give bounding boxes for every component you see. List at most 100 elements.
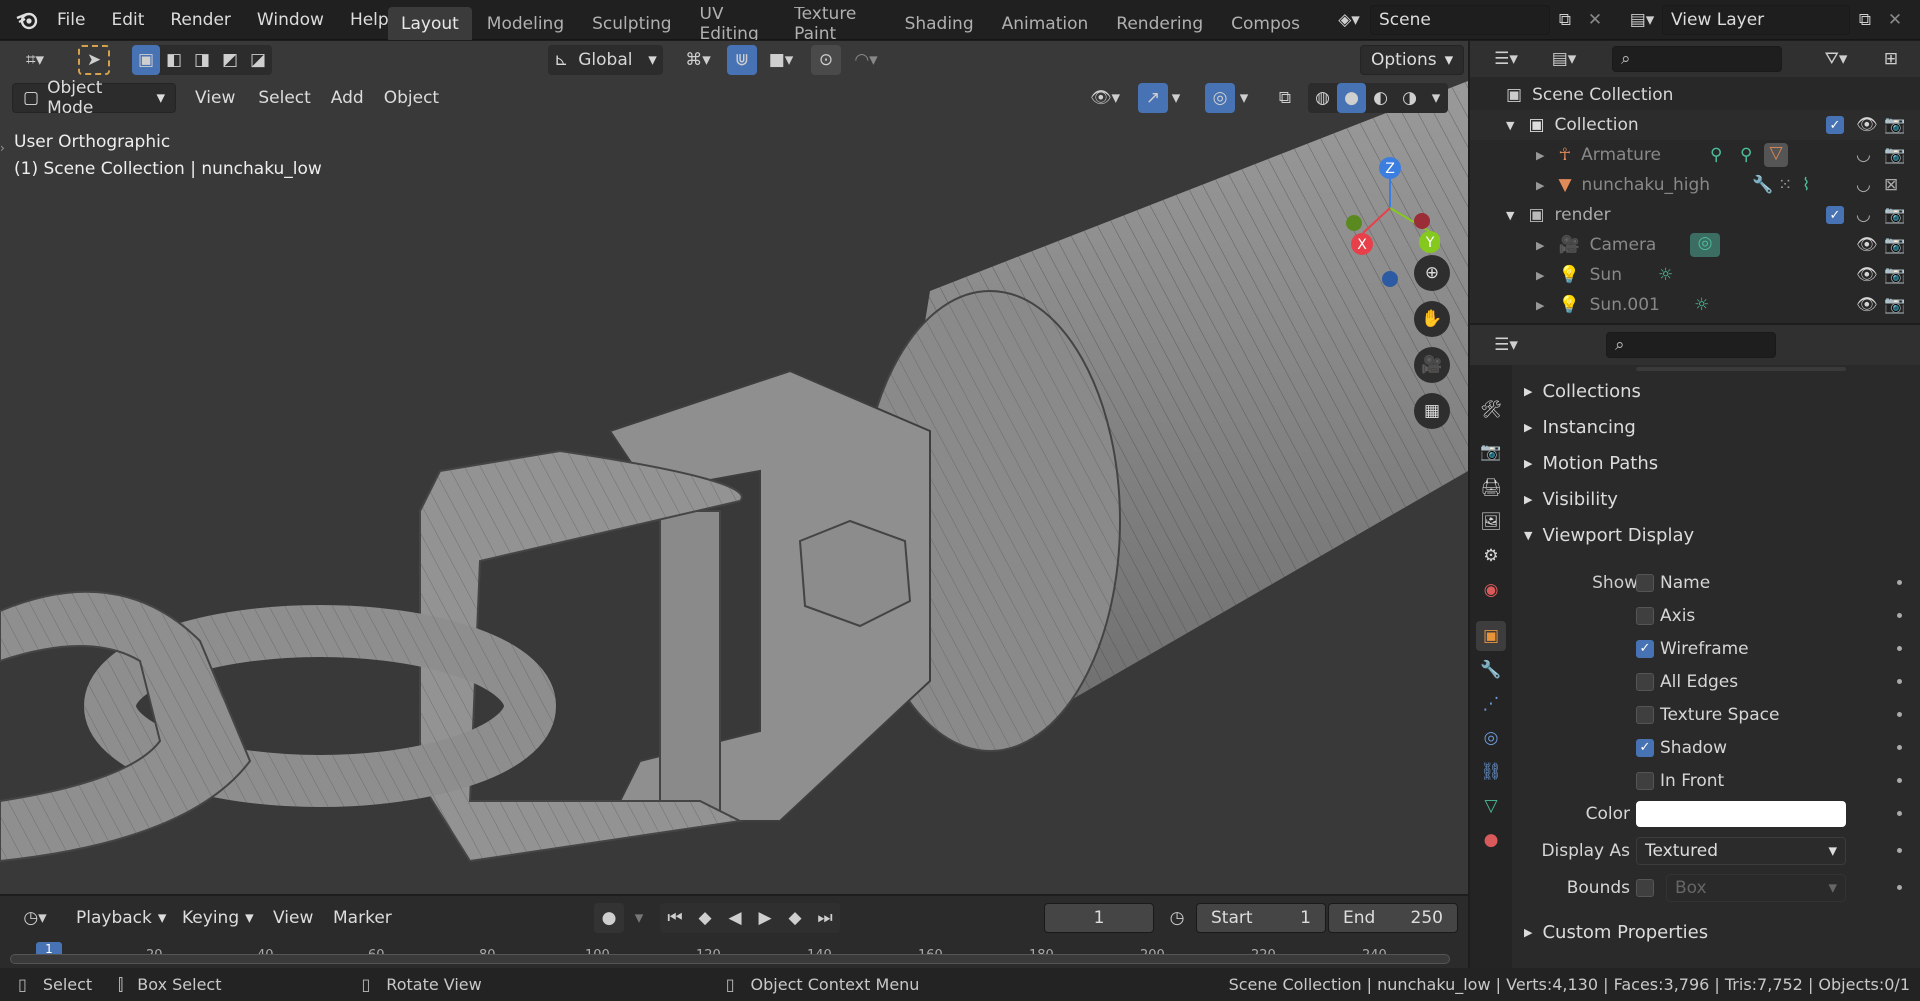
output-tab-icon[interactable]: 🖨 (1476, 473, 1506, 503)
panel-instancing[interactable]: ▶ Instancing (1524, 409, 1920, 445)
outliner-item-camera[interactable]: ▶ 🎥 Camera ◎ 👁 📷 (1470, 230, 1920, 260)
name-checkbox[interactable] (1636, 573, 1654, 592)
tab-shading[interactable]: Shading (892, 7, 987, 40)
outliner-item-sun[interactable]: ▶ 💡 Sun ☼ 👁 📷 (1470, 260, 1920, 290)
render-camera-icon[interactable]: 📷 (1884, 145, 1905, 165)
panel-visibility[interactable]: ▶ Visibility (1524, 481, 1920, 517)
visibility-eye-icon[interactable]: 👁▾ (1082, 83, 1128, 113)
gizmo-toggle-icon[interactable]: ↗ (1138, 83, 1168, 113)
editor-type-icon[interactable]: ⌗▾ (12, 45, 58, 75)
in-front-checkbox[interactable] (1636, 771, 1654, 790)
snap-target-icon[interactable]: ■▾ (758, 45, 804, 75)
rendered-shading-icon[interactable]: ◑ (1395, 83, 1424, 113)
material-tab-icon[interactable]: ● (1476, 825, 1506, 855)
expand-arrow-icon[interactable]: ▶ (1536, 299, 1544, 312)
render-camera-icon[interactable]: 📷 (1884, 265, 1905, 285)
render-camera-icon[interactable]: 📷 (1884, 115, 1905, 135)
xray-toggle-icon[interactable]: ⧉ (1270, 83, 1300, 113)
outliner-item-armature[interactable]: ▶ ☥ Armature ⚲ ⚲ ▽ ◡ 📷 (1470, 140, 1920, 170)
modifiers-tab-icon[interactable]: 🔧 (1476, 655, 1506, 685)
render-disabled-icon[interactable]: ⊠ (1884, 175, 1898, 195)
play-reverse-icon[interactable]: ◀ (720, 903, 750, 933)
next-keyframe-icon[interactable]: ◆ (780, 903, 810, 933)
proportional-editing-icon[interactable]: ⊙ (811, 45, 841, 75)
select-tool-icon[interactable]: ➤ (78, 45, 110, 75)
tab-rendering[interactable]: Rendering (1103, 7, 1216, 40)
material-shading-icon[interactable]: ◐ (1366, 83, 1395, 113)
tab-uv-editing[interactable]: UV Editing (687, 7, 780, 40)
solid-shading-icon[interactable]: ● (1337, 83, 1366, 113)
proportional-falloff-icon[interactable]: ◠▾ (844, 45, 888, 75)
render-camera-icon[interactable]: 📷 (1884, 295, 1905, 315)
tab-texture-paint[interactable]: Texture Paint (781, 7, 889, 40)
viewport-menu-view[interactable]: View (182, 83, 248, 113)
outliner-item-nunchaku-high[interactable]: ▶ ▼ nunchaku_high 🔧 ⁙ ⌇ ◡ ⊠ (1470, 170, 1920, 200)
overlays-dropdown-icon[interactable]: ▾ (1236, 83, 1252, 113)
overlays-toggle-icon[interactable]: ◎ (1205, 83, 1235, 113)
shading-dropdown-icon[interactable]: ▾ (1424, 83, 1448, 113)
menu-edit[interactable]: Edit (98, 0, 157, 40)
pan-hand-icon[interactable]: ✋ (1414, 301, 1450, 337)
pivot-point-icon[interactable]: ⌘▾ (676, 45, 720, 75)
menu-window[interactable]: Window (244, 0, 337, 40)
keying-set-icon[interactable]: ▾ (624, 903, 654, 933)
expand-arrow-icon[interactable]: ▶ (1536, 269, 1544, 282)
viewport-menu-add[interactable]: Add (321, 83, 374, 113)
menu-render[interactable]: Render (157, 0, 244, 40)
timeline-scrollbar[interactable] (10, 954, 1450, 964)
play-icon[interactable]: ▶ (750, 903, 780, 933)
view-layer-field[interactable]: View Layer (1662, 5, 1850, 35)
jump-end-icon[interactable]: ⏭ (810, 903, 840, 933)
3d-viewport[interactable]: ⌗▾ ➤ ▣ ◧ ◨ ◩ ◪ ⊾ Global ▾ ⌘▾ ⋓ ■▾ ⊙ ◠▾ O… (0, 41, 1468, 894)
zoom-icon[interactable]: ⊕ (1414, 255, 1450, 291)
eye-closed-icon[interactable]: ◡ (1856, 175, 1871, 195)
snap-toggle-icon[interactable]: ⋓ (727, 45, 757, 75)
new-scene-icon[interactable]: ⧉ (1550, 5, 1580, 35)
eye-closed-icon[interactable]: ◡ (1856, 145, 1871, 165)
tab-modeling[interactable]: Modeling (474, 7, 577, 40)
eye-icon[interactable]: 👁 (1856, 115, 1878, 135)
color-swatch[interactable] (1636, 800, 1846, 827)
outliner-item-render[interactable]: ▼ ▣ render ✓ ◡ 📷 (1470, 200, 1920, 230)
expand-arrow-icon[interactable]: ▶ (1536, 239, 1544, 252)
shadow-checkbox[interactable]: ✓ (1636, 738, 1654, 757)
intersect-selection-icon[interactable]: ◪ (244, 45, 272, 75)
toolbar-expand-icon[interactable]: › (0, 141, 5, 155)
perspective-toggle-icon[interactable]: ▦ (1414, 393, 1450, 429)
timeline-ruler[interactable]: 1 20 40 60 80 100 120 140 160 180 200 22… (10, 940, 1458, 968)
end-frame-field[interactable]: End 250 (1328, 903, 1458, 933)
tab-sculpting[interactable]: Sculpting (579, 7, 684, 40)
render-tab-icon[interactable]: 📷 (1476, 437, 1506, 467)
viewport-menu-object[interactable]: Object (374, 83, 449, 113)
render-camera-icon[interactable]: 📷 (1884, 235, 1905, 255)
display-mode-icon[interactable]: ▤▾ (1542, 44, 1586, 74)
transform-orientation-dropdown[interactable]: ⊾ Global ▾ (548, 45, 663, 75)
keying-menu[interactable]: Keying ▾ (172, 903, 264, 933)
start-frame-field[interactable]: Start 1 (1196, 903, 1326, 933)
panel-custom-properties[interactable]: ▶ Custom Properties (1524, 914, 1920, 950)
tab-animation[interactable]: Animation (989, 7, 1102, 40)
delete-scene-icon[interactable]: ✕ (1580, 5, 1610, 35)
panel-collections[interactable]: ▶ Collections (1524, 373, 1920, 409)
panel-viewport-display[interactable]: ▼ Viewport Display (1524, 517, 1920, 553)
subtract-selection-icon[interactable]: ◨ (188, 45, 216, 75)
texture-space-checkbox[interactable] (1636, 705, 1654, 724)
options-dropdown[interactable]: Options ▾ (1360, 45, 1465, 75)
set-new-selection-icon[interactable]: ▣ (132, 45, 160, 75)
exclude-checkbox[interactable]: ✓ (1826, 116, 1844, 134)
tab-layout[interactable]: Layout (388, 7, 472, 40)
new-collection-icon[interactable]: ⊞ (1876, 44, 1906, 74)
tab-compositing[interactable]: Compos (1218, 7, 1313, 40)
data-tab-icon[interactable]: ▽ (1476, 791, 1506, 821)
scene-name-field[interactable]: Scene (1370, 5, 1550, 35)
menu-file[interactable]: File (44, 0, 98, 40)
render-camera-icon[interactable]: 📷 (1884, 205, 1905, 225)
view-layer-tab-icon[interactable]: 🖼 (1476, 507, 1506, 537)
object-tab-icon[interactable]: ▣ (1476, 621, 1506, 651)
invert-selection-icon[interactable]: ◩ (216, 45, 244, 75)
outliner-search-input[interactable]: ⌕ (1612, 46, 1782, 72)
blender-logo-icon[interactable] (10, 0, 44, 40)
outliner-item-scene-collection[interactable]: ▣ Scene Collection (1470, 80, 1920, 110)
panel-motion-paths[interactable]: ▶ Motion Paths (1524, 445, 1920, 481)
collapse-arrow-icon[interactable]: ▼ (1506, 119, 1514, 132)
